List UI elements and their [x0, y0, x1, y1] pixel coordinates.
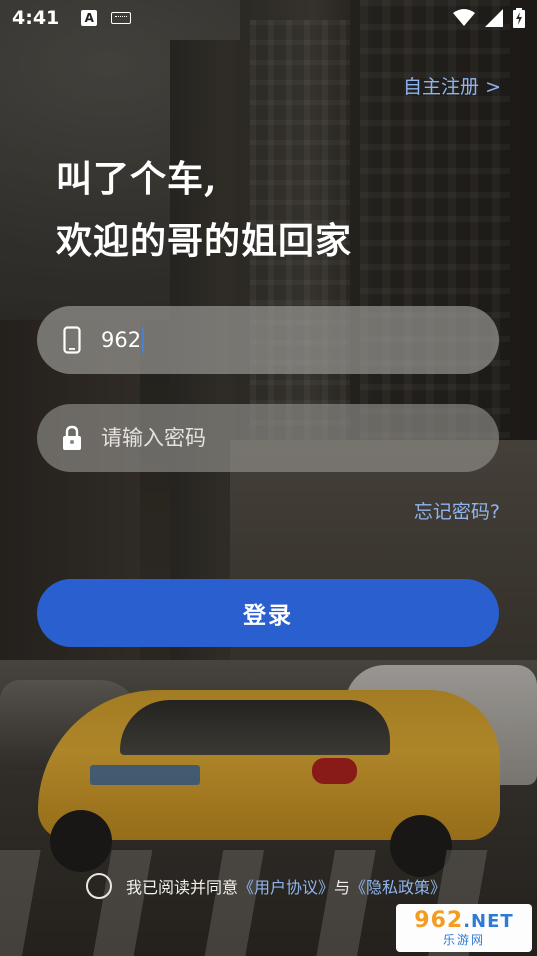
phone-field[interactable]: 962: [37, 306, 499, 374]
register-link[interactable]: 自主注册 >: [403, 72, 501, 99]
text-caret: [142, 327, 144, 353]
cell-signal-icon: [485, 9, 503, 27]
headline-line-2: 欢迎的哥的姐回家: [56, 220, 353, 262]
agreement-row: 我已阅读并同意 《用户协议》 与 《隐私政策》: [86, 873, 446, 899]
password-field[interactable]: [37, 404, 499, 472]
headline-line-1: 叫了个车,: [56, 158, 218, 200]
status-time: 4:41: [12, 7, 60, 29]
privacy-policy-link[interactable]: 《隐私政策》: [350, 874, 446, 898]
agreement-conjunction: 与: [334, 878, 351, 897]
keyboard-icon: [111, 12, 132, 24]
background-photo: [0, 0, 537, 956]
lock-icon: [61, 423, 83, 453]
forgot-password-link[interactable]: 忘记密码?: [414, 497, 500, 524]
agreement-prefix: 我已阅读并同意: [126, 878, 239, 897]
login-button[interactable]: 登录: [37, 579, 499, 647]
agreement-checkbox[interactable]: [86, 873, 112, 899]
phone-input-value[interactable]: 962: [101, 328, 141, 352]
battery-charging-icon: [513, 8, 525, 28]
phone-icon: [61, 325, 83, 355]
password-input[interactable]: [101, 426, 431, 450]
watermark-number: 962: [414, 907, 464, 933]
watermark-net: .NET: [463, 910, 514, 932]
a-keyboard-icon: A: [81, 10, 98, 26]
welcome-headline: 叫了个车, 欢迎的哥的姐回家: [56, 148, 352, 272]
status-bar: 4:41 A: [0, 0, 537, 36]
user-agreement-link[interactable]: 《用户协议》: [238, 874, 334, 898]
wifi-icon: [453, 9, 475, 26]
watermark-subtitle: 乐游网: [442, 932, 485, 947]
site-watermark-logo: 962.NET 乐游网: [396, 904, 532, 952]
